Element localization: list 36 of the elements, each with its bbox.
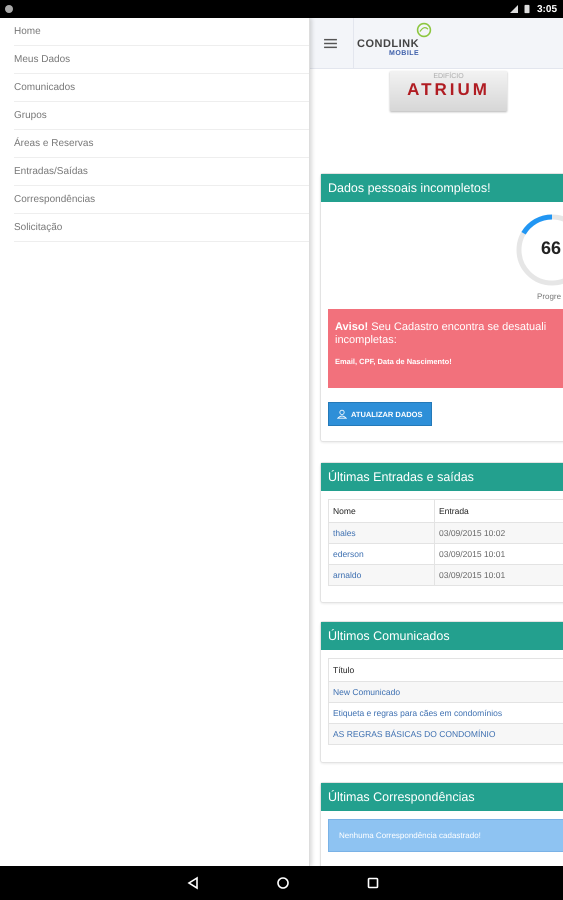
table-cell: 03/09/2015 10:02 (434, 522, 563, 544)
menu-item[interactable]: Solicitação (14, 214, 309, 242)
globe-icon (416, 22, 432, 38)
menu-icon[interactable] (324, 38, 337, 48)
info-alert: Nenhuma Correspondência cadastrado! (328, 819, 563, 852)
card-header: Dados pessoais incompletos! (321, 174, 563, 202)
menu-item[interactable]: Áreas e Reservas (14, 130, 309, 158)
name-link[interactable]: arnaldo (328, 564, 434, 586)
card-header: Últimos Comunicados (321, 622, 563, 650)
menu-item[interactable]: Correspondências (14, 186, 309, 214)
alert-text: incompletas: (335, 334, 398, 347)
name-link[interactable]: thales (328, 522, 434, 544)
notice-link[interactable]: AS REGRAS BÁSICAS DO CONDOMÍNIO (328, 724, 563, 744)
table-cell: 03/09/2015 10:01 (434, 564, 563, 586)
menu-item[interactable]: Comunicados (14, 74, 309, 102)
progress-caption: Progre (537, 292, 562, 301)
menu-item[interactable]: Meus Dados (14, 46, 309, 74)
notice-link[interactable]: New Comunicado (328, 682, 563, 702)
card-header: Últimas Entradas e saídas (321, 463, 563, 491)
menu-item[interactable]: Grupos (14, 102, 309, 130)
home-icon[interactable] (276, 876, 290, 890)
menu-item[interactable]: Entradas/Saídas (14, 158, 309, 186)
column-header: Nome (328, 500, 434, 522)
user-icon (337, 409, 347, 419)
card-header: Últimas Correspondências (321, 783, 563, 811)
menu-item[interactable]: Home (14, 18, 309, 46)
logo-text: CONDLINK (357, 38, 420, 50)
alert-text: Aviso! Seu Cadastro encontra se desatuali (335, 321, 548, 334)
signal-icon (508, 4, 519, 14)
back-icon[interactable] (186, 876, 200, 890)
clock: 3:05 (536, 4, 557, 14)
column-header: Título (328, 658, 563, 682)
progress-value: 66 (541, 238, 562, 259)
recents-icon[interactable] (366, 876, 380, 890)
notification-icon (4, 4, 14, 14)
battery-icon (522, 4, 532, 14)
